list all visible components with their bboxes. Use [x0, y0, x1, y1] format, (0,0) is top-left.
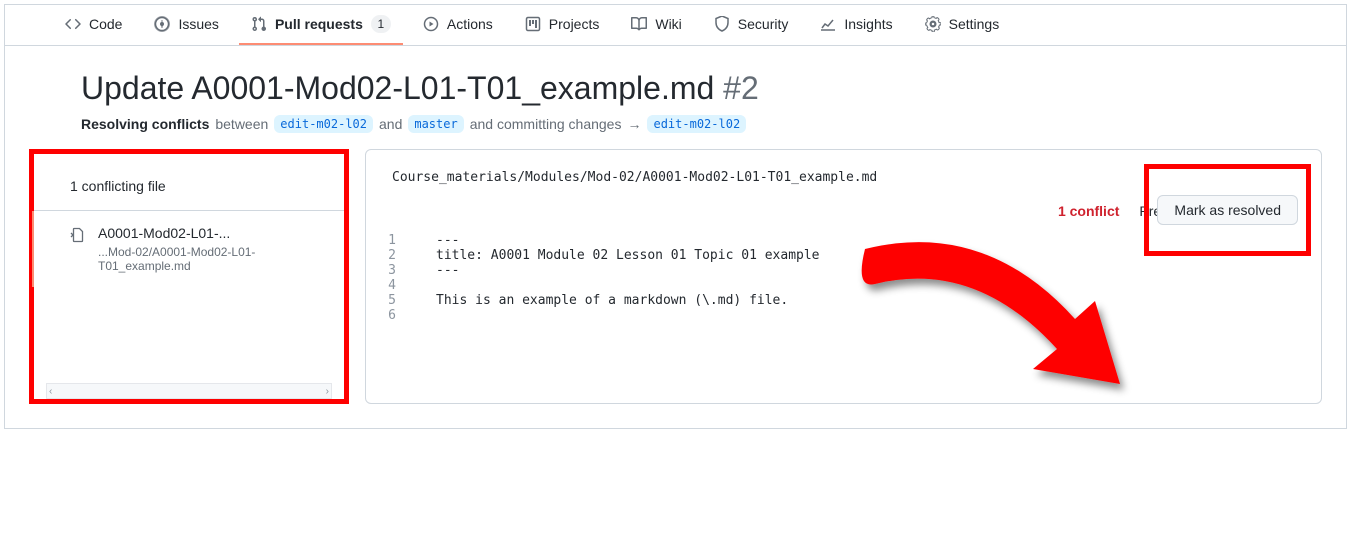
code-line[interactable]: 6 — [366, 308, 1321, 323]
mark-resolved-button[interactable]: Mark as resolved — [1157, 195, 1298, 225]
tab-issues-label: Issues — [178, 16, 218, 32]
page-header: Update A0001-Mod02-L01-T01_example.md #2… — [5, 46, 1346, 149]
line-content — [416, 308, 1321, 323]
sidebar-header: 1 conflicting file — [34, 162, 344, 210]
tab-security[interactable]: Security — [702, 5, 801, 45]
tab-actions[interactable]: Actions — [411, 5, 505, 45]
committing-label: and committing changes — [470, 116, 622, 132]
code-editor[interactable]: 1---2title: A0001 Module 02 Lesson 01 To… — [366, 233, 1321, 403]
issue-icon — [154, 16, 170, 32]
line-number: 6 — [366, 308, 416, 323]
line-number: 2 — [366, 248, 416, 263]
tab-code-label: Code — [89, 16, 122, 32]
pulls-counter: 1 — [371, 15, 391, 33]
code-icon — [65, 16, 81, 32]
gear-icon — [925, 16, 941, 32]
tab-settings-label: Settings — [949, 16, 1000, 32]
tab-projects[interactable]: Projects — [513, 5, 612, 45]
file-path: ...Mod-02/A0001-Mod02-L01-T01_example.md — [98, 245, 324, 273]
conflicting-files-sidebar: 1 conflicting file A0001-Mod02-L01-... .… — [29, 149, 349, 404]
arrow-right-icon: → — [627, 116, 641, 132]
tab-insights-label: Insights — [844, 16, 892, 32]
tab-projects-label: Projects — [549, 16, 600, 32]
pull-request-icon — [251, 16, 267, 32]
branch-target[interactable]: edit-m02-l02 — [647, 115, 746, 133]
graph-icon — [820, 16, 836, 32]
conflict-count: 1 conflict — [1058, 203, 1119, 219]
annotation-highlight-box: Mark as resolved — [1144, 164, 1311, 256]
line-number: 5 — [366, 293, 416, 308]
conflicting-file-item[interactable]: A0001-Mod02-L01-... ...Mod-02/A0001-Mod0… — [32, 211, 344, 287]
branch-from[interactable]: edit-m02-l02 — [274, 115, 373, 133]
repo-nav-tabs: Code Issues Pull requests 1 Actions Proj… — [5, 5, 1346, 46]
tab-issues[interactable]: Issues — [142, 5, 230, 45]
shield-icon — [714, 16, 730, 32]
and-label: and — [379, 116, 402, 132]
line-content — [416, 278, 1321, 293]
file-diff-icon — [70, 227, 86, 273]
pr-title-text: Update A0001-Mod02-L01-T01_example.md — [81, 70, 714, 106]
line-number: 4 — [366, 278, 416, 293]
pr-number: #2 — [723, 70, 759, 106]
tab-wiki[interactable]: Wiki — [619, 5, 693, 45]
book-icon — [631, 16, 647, 32]
code-line[interactable]: 5This is an example of a markdown (\.md)… — [366, 293, 1321, 308]
tab-code[interactable]: Code — [53, 5, 134, 45]
branch-to[interactable]: master — [408, 115, 463, 133]
play-icon — [423, 16, 439, 32]
tab-settings[interactable]: Settings — [913, 5, 1012, 45]
tab-pull-requests[interactable]: Pull requests 1 — [239, 5, 403, 45]
tab-insights[interactable]: Insights — [808, 5, 904, 45]
between-label: between — [215, 116, 268, 132]
horizontal-scrollbar[interactable]: ‹› — [46, 383, 332, 399]
line-number: 1 — [366, 233, 416, 248]
tab-wiki-label: Wiki — [655, 16, 681, 32]
conflict-editor: Course_materials/Modules/Mod-02/A0001-Mo… — [365, 149, 1322, 404]
line-content: This is an example of a markdown (\.md) … — [416, 293, 1321, 308]
page-title: Update A0001-Mod02-L01-T01_example.md #2 — [81, 70, 1298, 107]
code-line[interactable]: 3--- — [366, 263, 1321, 278]
resolving-label: Resolving conflicts — [81, 116, 209, 132]
line-number: 3 — [366, 263, 416, 278]
line-content: --- — [416, 263, 1321, 278]
tab-security-label: Security — [738, 16, 789, 32]
project-icon — [525, 16, 541, 32]
tab-pulls-label: Pull requests — [275, 16, 363, 32]
resolving-subheader: Resolving conflicts between edit-m02-l02… — [81, 115, 1298, 133]
file-name: A0001-Mod02-L01-... — [98, 225, 324, 241]
tab-actions-label: Actions — [447, 16, 493, 32]
code-line[interactable]: 4 — [366, 278, 1321, 293]
